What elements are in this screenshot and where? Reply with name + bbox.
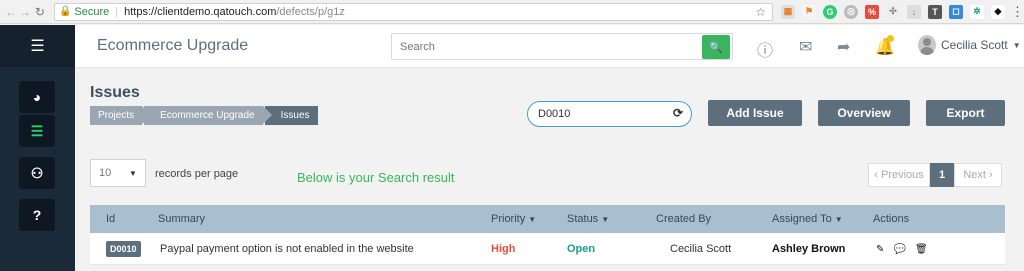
row-summary[interactable]: Paypal payment option is not enabled in … bbox=[160, 243, 414, 255]
forward-icon[interactable]: → bbox=[18, 5, 32, 19]
browser-menu-icon[interactable]: ⋮ bbox=[1011, 4, 1024, 20]
pager-next[interactable]: Next › bbox=[954, 163, 1002, 187]
issue-filter-box: ⟳ bbox=[527, 101, 692, 127]
pagination: ‹ Previous 1 Next › bbox=[868, 163, 1002, 187]
header-summary[interactable]: Summary bbox=[158, 213, 205, 225]
header-assigned-label: Assigned To bbox=[772, 213, 832, 225]
extension-download-icon[interactable]: ↓ bbox=[907, 4, 922, 19]
trash-icon[interactable]: 🗑 bbox=[915, 244, 928, 255]
table-header: Id Summary Priority ▼ Status ▼ Created By … bbox=[90, 205, 1005, 233]
id-badge[interactable]: D0010 bbox=[106, 240, 141, 257]
row-created-by: Cecilia Scott bbox=[670, 242, 732, 255]
breadcrumb-projects[interactable]: Projects bbox=[90, 106, 152, 125]
project-title: Ecommerce Upgrade bbox=[97, 37, 249, 54]
secure-label: Secure bbox=[74, 5, 110, 18]
mail-icon[interactable]: ✉ bbox=[799, 37, 812, 57]
header-created-by[interactable]: Created By bbox=[656, 213, 711, 225]
header-priority[interactable]: Priority ▼ bbox=[491, 213, 536, 225]
issues-table: Id Summary Priority ▼ Status ▼ Created By … bbox=[90, 205, 1005, 265]
lock-icon: 🔒 bbox=[58, 6, 72, 17]
menu-collapse-icon[interactable]: ☰ bbox=[30, 36, 44, 56]
back-icon[interactable]: ← bbox=[4, 5, 18, 19]
page-title: Issues bbox=[90, 84, 140, 101]
sidebar-toggle[interactable]: ☰ bbox=[0, 25, 75, 67]
user-name: Cecilia Scott bbox=[941, 38, 1008, 52]
edit-icon[interactable]: ✎ bbox=[876, 244, 884, 255]
header-status[interactable]: Status ▼ bbox=[567, 213, 609, 225]
sidebar-item-help[interactable]: ? bbox=[19, 199, 55, 231]
sidebar-item-dashboard[interactable]: ◕ bbox=[19, 81, 55, 113]
user-menu[interactable]: Cecilia Scott ▼ bbox=[918, 35, 1021, 55]
header-actions: Actions bbox=[873, 213, 910, 225]
extension-t-icon[interactable]: T bbox=[928, 4, 943, 19]
issue-filter-input[interactable] bbox=[528, 102, 658, 126]
extension-flag-icon[interactable]: ⚑ bbox=[802, 4, 817, 19]
global-search: 🔍 bbox=[391, 33, 733, 60]
url-path: /defects/p/g1z bbox=[276, 5, 345, 18]
avatar bbox=[918, 35, 936, 55]
per-page-value: 10 bbox=[99, 167, 112, 179]
url-host: https://clientdemo.qatouch.com bbox=[124, 5, 277, 18]
search-input[interactable] bbox=[392, 34, 692, 59]
pager-page-1[interactable]: 1 bbox=[930, 163, 954, 187]
extension-square-icon[interactable]: ◻ bbox=[949, 4, 964, 19]
filter-icon[interactable]: ▼ bbox=[601, 215, 609, 224]
row-id-badge[interactable]: D0010 bbox=[106, 240, 141, 257]
extension-gear-icon[interactable]: ✲ bbox=[970, 4, 985, 19]
filter-icon[interactable]: ▼ bbox=[835, 215, 843, 224]
extension-percent-icon[interactable]: % bbox=[865, 4, 880, 19]
comment-icon[interactable]: 💬 bbox=[893, 244, 905, 255]
address-bar[interactable]: 🔒 Secure | https://clientdemo.qatouch.co… bbox=[53, 2, 774, 21]
chevron-down-icon: ▼ bbox=[1012, 40, 1021, 50]
export-button[interactable]: Export bbox=[926, 100, 1005, 126]
address-separator: | bbox=[115, 5, 119, 18]
breadcrumb-project[interactable]: Ecommerce Upgrade bbox=[144, 106, 273, 125]
header-assigned-to[interactable]: Assigned To ▼ bbox=[772, 213, 843, 225]
extension-icons: ▦ ⚑ G ◎ % ✣ ↓ T ◻ ✲ ◆ bbox=[781, 4, 1006, 19]
user-group-icon: ⚇ bbox=[30, 164, 44, 181]
extension-circle-icon[interactable]: ◎ bbox=[844, 4, 859, 19]
table-row[interactable]: D0010 Paypal payment option is not enabl… bbox=[90, 233, 1005, 265]
per-page-label: records per page bbox=[155, 168, 239, 180]
caret-down-icon: ▼ bbox=[129, 168, 137, 178]
extension-grammarly-icon[interactable]: G bbox=[823, 4, 838, 19]
extension-fox-icon[interactable]: ◆ bbox=[991, 4, 1006, 19]
header-id[interactable]: Id bbox=[106, 213, 115, 225]
search-result-message: Below is your Search result bbox=[297, 170, 455, 185]
sidebar: ☰ ◕ ☰ ⚇ ? bbox=[0, 25, 75, 271]
notification-dot bbox=[887, 35, 894, 42]
search-button[interactable]: 🔍 bbox=[702, 35, 730, 59]
add-issue-button[interactable]: Add Issue bbox=[708, 100, 802, 126]
extension-grid-icon[interactable]: ▦ bbox=[781, 4, 796, 19]
overview-button[interactable]: Overview bbox=[818, 100, 910, 126]
row-assigned-to: Ashley Brown bbox=[772, 242, 846, 255]
browser-toolbar: ← → ↻ 🔒 Secure | https://clientdemo.qato… bbox=[0, 0, 1024, 24]
header-priority-label: Priority bbox=[491, 213, 526, 225]
row-priority: High bbox=[491, 242, 516, 255]
question-mark-icon: ? bbox=[32, 207, 42, 223]
help-circle-icon[interactable]: ⓘ bbox=[757, 37, 773, 61]
sidebar-item-issues[interactable]: ☰ bbox=[19, 115, 55, 147]
pager-previous[interactable]: ‹ Previous bbox=[868, 163, 930, 187]
row-actions: ✎ 💬 🗑 bbox=[876, 243, 934, 255]
reload-icon[interactable]: ↻ bbox=[32, 5, 48, 19]
row-status: Open bbox=[567, 242, 596, 255]
search-icon: 🔍 bbox=[709, 41, 723, 54]
top-header: Ecommerce Upgrade 🔍 ⓘ ✉ ➦ 🔔 Cecilia Scot… bbox=[75, 25, 1024, 68]
bookmark-star-icon[interactable]: ☆ bbox=[755, 5, 766, 19]
share-arrow-icon[interactable]: ➦ bbox=[837, 37, 850, 57]
header-status-label: Status bbox=[567, 213, 599, 225]
extension-puzzle-icon[interactable]: ✣ bbox=[886, 4, 901, 19]
dashboard-gauge-icon: ◕ bbox=[32, 89, 42, 105]
refresh-icon[interactable]: ⟳ bbox=[673, 106, 683, 120]
sidebar-item-users[interactable]: ⚇ bbox=[19, 157, 55, 189]
breadcrumb-current: Issues bbox=[264, 106, 318, 125]
breadcrumb: Projects Ecommerce Upgrade Issues bbox=[90, 106, 320, 125]
filter-icon[interactable]: ▼ bbox=[528, 215, 536, 224]
per-page-select[interactable]: 10 ▼ bbox=[90, 159, 146, 187]
list-icon: ☰ bbox=[30, 122, 44, 139]
